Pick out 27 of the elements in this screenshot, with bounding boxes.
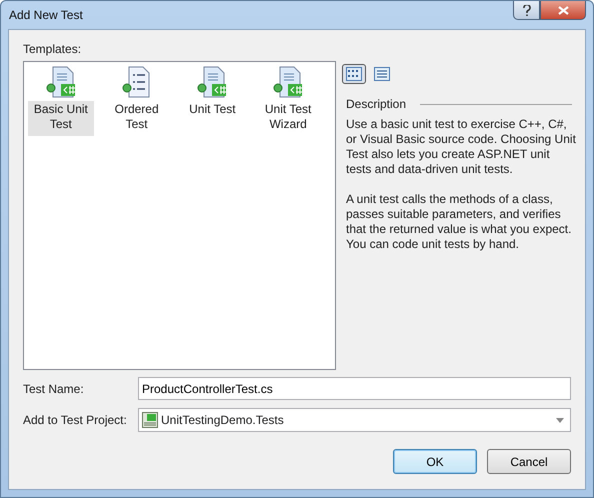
test-document-icon [196,66,228,98]
view-button[interactable] [342,64,366,84]
template-item[interactable]: Unit Test [187,101,238,121]
close-icon [558,6,568,14]
description-text: A unit test calls the methods of a class, passes suitable parameters, and verifies that the returned value is what you expect. You can code unit tests by hand. [346,192,572,252]
test-name-label: Test Name: [23,382,85,396]
ok-button[interactable]: OK [393,449,477,474]
test-project-dropdown[interactable]: UnitTestingDemo.Tests [138,408,571,432]
template-item[interactable]: Unit Test Wizard [255,101,321,136]
description-text: Use a basic unit test to exercise C++, C#, or Visual Basic source code. Choosing Unit Test also lets you create ASP.NET unit tests and data-driven unit tests. [346,117,577,177]
template-item[interactable]: Ordered Test [104,101,170,136]
test-name-field[interactable]: ProductControllerTest.cs [138,377,571,400]
project-icon [142,412,158,428]
help-icon [522,4,530,16]
test-project-label: Add to Test Project: [23,413,128,427]
cancel-button[interactable]: Cancel [487,449,571,474]
test-document-icon [272,66,304,98]
test-document-icon [44,66,77,98]
close-button[interactable] [540,1,586,20]
description-heading: Description [346,97,406,111]
window-title: Add New Test [8,8,83,22]
large-icons-view-icon [346,67,362,81]
help-button[interactable] [513,1,540,20]
details-view-icon [374,67,390,81]
templates-label: Templates: [23,42,82,56]
template-item[interactable]: Basic Unit Test [28,101,94,136]
dropdown-arrow-icon [556,418,564,422]
